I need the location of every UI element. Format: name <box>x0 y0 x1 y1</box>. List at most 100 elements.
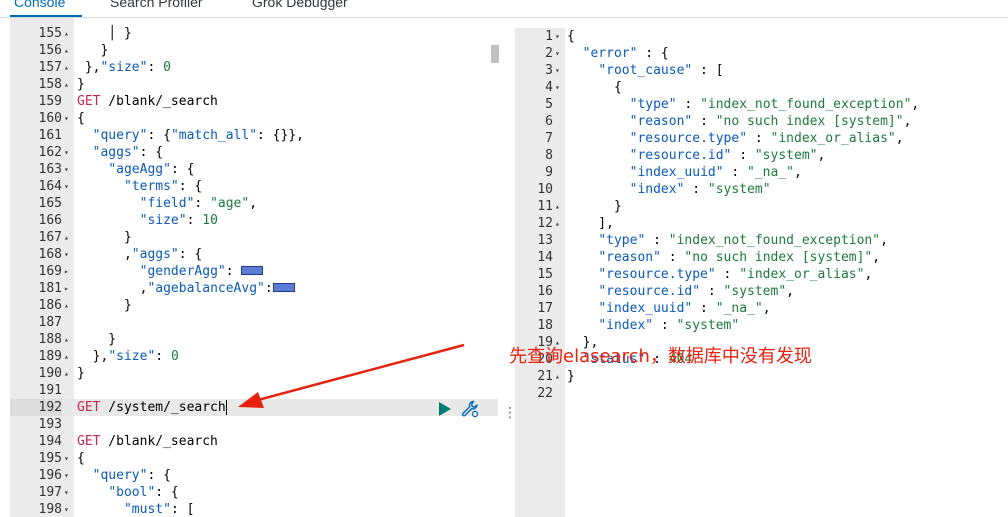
folded-block-marker[interactable] <box>272 283 295 292</box>
code-text: "size": 10 <box>139 213 218 228</box>
request-line[interactable]: 165 "field": "age", <box>10 195 498 212</box>
fold-toggle-icon[interactable]: ▾ <box>555 79 560 96</box>
response-line: 14 "reason" : "no such index [system]", <box>515 249 1008 266</box>
fold-toggle-icon[interactable]: ▴ <box>555 368 560 385</box>
fold-toggle-icon[interactable]: ▴ <box>64 25 69 42</box>
request-line[interactable]: 189 ▴ },"size": 0 <box>10 348 498 365</box>
line-number: 158 <box>38 77 62 92</box>
request-editor[interactable]: 155 ▴ │ } 156 ▴ } 157 ▴ },"size": 0 158 ▴} 159 GE… <box>10 18 498 517</box>
request-editor-scrollbar[interactable] <box>491 45 499 63</box>
code-text: "ageAgg": { <box>108 162 195 177</box>
line-number: 166 <box>38 213 62 228</box>
request-line[interactable]: 181 ▸ ,"agebalanceAvg": <box>10 280 498 297</box>
fold-toggle-icon[interactable]: ▾ <box>555 45 560 62</box>
request-line[interactable]: 188 ▴ } <box>10 331 498 348</box>
fold-toggle-icon[interactable]: ▾ <box>64 110 69 127</box>
line-number: 1 <box>545 29 553 44</box>
line-number: 165 <box>38 196 62 211</box>
text-cursor <box>225 400 227 415</box>
fold-toggle-icon[interactable]: ▴ <box>64 76 69 93</box>
fold-toggle-icon[interactable]: ▴ <box>555 215 560 232</box>
fold-toggle-icon[interactable]: ▴ <box>555 198 560 215</box>
response-line: 1 ▾ { <box>515 28 1008 45</box>
fold-toggle-icon[interactable]: ▾ <box>555 62 560 79</box>
line-number: 161 <box>38 128 62 143</box>
line-number: 197 <box>38 485 62 500</box>
fold-toggle-icon[interactable]: ▴ <box>64 348 69 365</box>
fold-toggle-icon[interactable]: ▾ <box>64 144 69 161</box>
fold-toggle-icon[interactable]: ▾ <box>64 501 69 517</box>
fold-toggle-icon[interactable]: ▸ <box>64 280 69 297</box>
fold-toggle-icon[interactable]: ▾ <box>64 450 69 467</box>
code-text: "terms": { <box>123 179 203 194</box>
line-number: 191 <box>38 383 62 398</box>
fold-toggle-icon[interactable]: ▴ <box>64 365 69 382</box>
line-number: 187 <box>38 315 62 330</box>
request-line[interactable]: 155 ▴ │ } <box>10 25 498 42</box>
request-line[interactable]: 161 "query": {"match_all": {}}, <box>10 127 498 144</box>
response-line: 5 "type" : "index_not_found_exception", <box>515 96 1008 113</box>
response-line: 2 ▾ "error" : { <box>515 45 1008 62</box>
fold-toggle-icon[interactable]: ▾ <box>64 161 69 178</box>
request-line[interactable]: 166 "size": 10 <box>10 212 498 229</box>
response-line: 21 ▴} <box>515 368 1008 385</box>
tab-grok-debugger[interactable]: Grok Debugger <box>252 0 348 10</box>
fold-toggle-icon[interactable]: ▴ <box>64 297 69 314</box>
request-line[interactable]: 157 ▴ },"size": 0 <box>10 59 498 76</box>
tab-search-profiler[interactable]: Search Profiler <box>110 0 203 10</box>
fold-toggle-icon[interactable]: ▾ <box>555 28 560 45</box>
fold-toggle-icon[interactable]: ▸ <box>64 263 69 280</box>
request-line[interactable]: 190 ▴} <box>10 365 498 382</box>
line-number: 9 <box>545 165 553 180</box>
fold-toggle-icon[interactable]: ▾ <box>64 178 69 195</box>
request-line[interactable]: 156 ▴ } <box>10 42 498 59</box>
request-line[interactable]: 167 ▴ } <box>10 229 498 246</box>
request-line[interactable]: 168 ▾ ,"aggs": { <box>10 246 498 263</box>
response-line: 10 "index" : "system" <box>515 181 1008 198</box>
request-line[interactable]: 193 <box>10 416 498 433</box>
line-number: 13 <box>537 233 553 248</box>
request-line[interactable]: 195 ▾ { <box>10 450 498 467</box>
request-line[interactable]: 197 ▾ "bool": { <box>10 484 498 501</box>
fold-toggle-icon[interactable]: ▾ <box>64 467 69 484</box>
request-line[interactable]: 187 <box>10 314 498 331</box>
code-text: "aggs": { <box>92 145 164 160</box>
request-line[interactable]: 194 GET /blank/_search <box>10 433 498 450</box>
request-line[interactable]: 198 ▾ "must": [ <box>10 501 498 517</box>
line-number: 11 <box>537 199 553 214</box>
code-text: ,"agebalanceAvg": <box>77 280 295 297</box>
request-line[interactable]: 164 ▾ "terms": { <box>10 178 498 195</box>
code-text: GET /blank/_search <box>77 94 218 109</box>
request-line[interactable]: 186 ▴ } <box>10 297 498 314</box>
code-text: } <box>77 43 109 58</box>
tab-console[interactable]: Console <box>14 0 65 10</box>
code-text: "field": "age", <box>139 196 258 211</box>
request-line[interactable]: 162 ▾ "aggs": { <box>10 144 498 161</box>
response-line: 6 "reason" : "no such index [system]", <box>515 113 1008 130</box>
code-text: "resource.type" : "index_or_alias", <box>629 131 904 146</box>
fold-toggle-icon[interactable]: ▴ <box>64 229 69 246</box>
request-line[interactable]: 192 GET /system/_search <box>10 399 498 416</box>
response-line: 4 ▾ { <box>515 79 1008 96</box>
request-line[interactable]: 191 <box>10 382 498 399</box>
fold-toggle-icon[interactable]: ▾ <box>64 484 69 501</box>
play-icon[interactable] <box>438 401 452 416</box>
folded-block-marker[interactable] <box>241 266 264 275</box>
request-line[interactable]: 163 ▾ "ageAgg": { <box>10 161 498 178</box>
line-number: 160 <box>38 111 62 126</box>
request-line[interactable]: 196 ▾ "query": { <box>10 467 498 484</box>
line-number: 157 <box>38 60 62 75</box>
fold-toggle-icon[interactable]: ▴ <box>64 59 69 76</box>
request-line[interactable]: 169 ▸ "genderAgg": <box>10 263 498 280</box>
fold-toggle-icon[interactable]: ▾ <box>64 246 69 263</box>
fold-toggle-icon[interactable]: ▴ <box>64 42 69 59</box>
code-text: } <box>77 77 85 92</box>
request-line[interactable]: 160 ▾ { <box>10 110 498 127</box>
wrench-icon[interactable] <box>461 400 479 418</box>
line-number: 21 <box>537 369 553 384</box>
request-line[interactable]: 159 GET /blank/_search <box>10 93 498 110</box>
code-text: "reason" : "no such index [system]", <box>629 114 912 129</box>
line-number: 7 <box>545 131 553 146</box>
request-line[interactable]: 158 ▴} <box>10 76 498 93</box>
fold-toggle-icon[interactable]: ▴ <box>64 331 69 348</box>
